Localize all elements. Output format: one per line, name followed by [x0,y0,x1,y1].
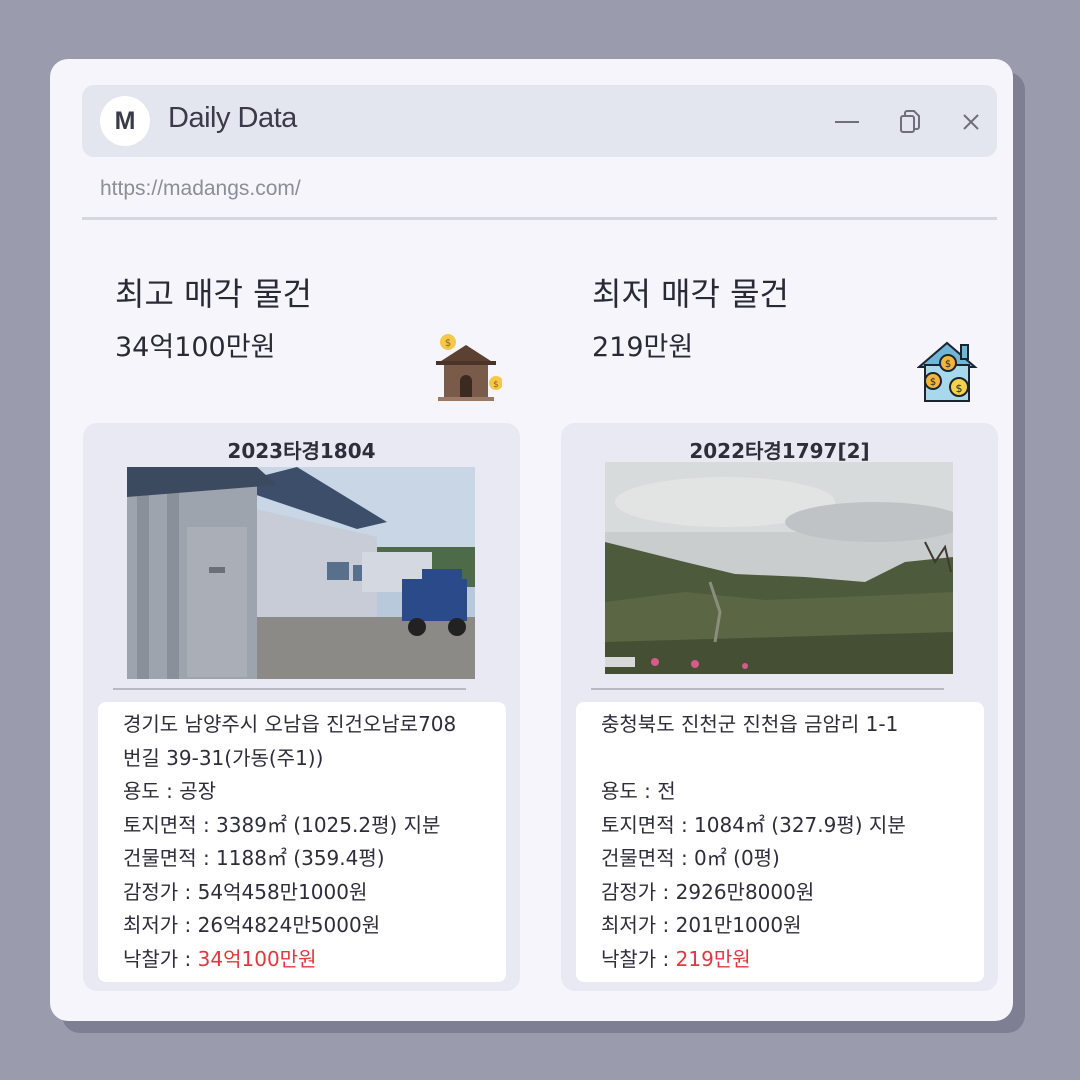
winning-bid-row: 낙찰가 : 34억100만원 [123,943,506,977]
minimum-price-text: 최저가 : 201만1000원 [601,913,802,937]
usage-text: 용도 : 공장 [123,779,217,803]
hillside-field-photo [605,462,953,674]
address-line-2 [601,742,984,776]
winning-bid-value: 219만원 [675,946,751,971]
app-logo: M [100,96,150,146]
highest-case-number: 2023타경1804 [227,439,376,463]
svg-text:$: $ [956,382,963,395]
lowest-case-number: 2022타경1797[2] [689,439,870,463]
close-button[interactable] [956,107,986,137]
title-bar: M Daily Data [82,85,997,157]
app-title: Daily Data [168,102,297,134]
address-line-2: 번길 39-31(가동(주1)) [123,745,324,770]
house-dollar-icon: $ $ $ [916,339,979,407]
winning-bid-value: 34억100만원 [197,946,317,971]
url-text[interactable]: https://madangs.com/ [100,177,301,201]
land-area-text: 토지면적 : 1084㎡ (327.9평) 지분 [601,812,906,837]
minimize-button[interactable] [832,107,862,137]
header-divider [82,217,997,220]
usage-text: 용도 : 전 [601,779,676,803]
svg-text:$: $ [945,359,951,370]
winning-bid-row: 낙찰가 : 219만원 [601,943,984,977]
building-area-text: 건물면적 : 0㎡ (0평) [601,846,780,870]
lowest-info-panel: 충청북도 진천군 진천읍 금암리 1-1 용도 : 전 토지면적 : 1084㎡… [576,702,984,982]
highest-heading: 최고 매각 물건 [115,275,312,313]
warehouse-building-photo [127,467,475,679]
highest-info-panel: 경기도 남양주시 오남읍 진건오남로708 번길 39-31(가동(주1)) 용… [98,702,506,982]
address-line-1: 경기도 남양주시 오남읍 진건오남로708 [123,712,457,736]
svg-text:$: $ [445,338,451,349]
close-icon [963,114,979,130]
lowest-property-card[interactable]: 2022타경1797[2] 충청북도 진천군 진천읍 금암리 1-1 용도: … [561,423,998,991]
svg-text:$: $ [493,380,499,390]
minimum-price-text: 최저가 : 26억4824만5000원 [123,913,381,937]
winning-bid-label: 낙찰가 : [601,946,676,971]
lowest-heading: 최저 매각 물건 [592,275,789,313]
appraisal-text: 감정가 : 54억458만1000원 [123,879,368,904]
app-window: M Daily Data https://madangs.com/ 최고 매각 … [50,59,1013,1021]
copy-icon [900,110,920,133]
address-line-1: 충청북도 진천군 진천읍 금암리 1-1 [601,712,899,736]
land-area-text: 토지면적 : 3389㎡ (1025.2평) 지분 [123,812,441,837]
lowest-price: 219만원 [592,332,694,363]
highest-price: 34억100만원 [115,332,276,363]
house-coins-icon: $ $ [434,333,503,407]
card-divider [591,688,944,690]
building-area-text: 건물면적 : 1188㎡ (359.4평) [123,846,385,870]
winning-bid-label: 낙찰가 : [123,946,198,971]
appraisal-text: 감정가 : 2926만8000원 [601,879,815,904]
highest-property-card[interactable]: 2023타경1804 경기도 남양주시 오남읍 진건오남로708 번길 39-3… [83,423,520,991]
copy-button[interactable] [895,107,925,137]
card-divider [113,688,466,690]
minimize-icon [835,121,859,123]
svg-text:$: $ [930,377,936,388]
